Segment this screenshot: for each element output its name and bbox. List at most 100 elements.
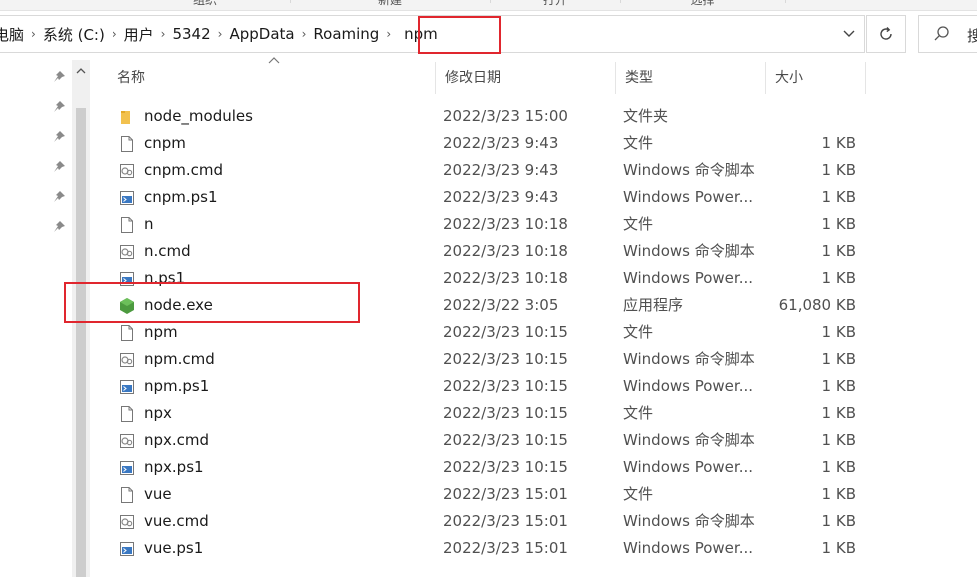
column-header-size[interactable]: 大小 xyxy=(766,62,866,94)
refresh-button[interactable] xyxy=(866,15,906,53)
file-size: 1 KB xyxy=(821,404,856,422)
search-icon xyxy=(934,26,949,41)
ribbon-group-organize[interactable]: 组织 xyxy=(120,0,291,7)
file-size xyxy=(768,103,856,130)
file-type: 文件 xyxy=(623,215,654,233)
breadcrumb-system-c[interactable]: 系统 (C:) xyxy=(39,24,109,45)
file-size: 1 KB xyxy=(821,215,856,233)
breadcrumb-computer[interactable]: 电脑 xyxy=(0,24,28,45)
file-row[interactable]: vue.ps1 2022/3/23 15:01 Windows Power... 1 … xyxy=(108,535,868,562)
file-row[interactable]: npm 2022/3/23 10:15 文件 1 KB xyxy=(108,319,868,346)
ps1-file-icon xyxy=(118,189,136,207)
chevron-right-icon[interactable]: › xyxy=(28,27,39,41)
cmd-file-icon xyxy=(118,513,136,531)
file-name: vue.cmd xyxy=(144,512,209,530)
search-input[interactable]: 搜 xyxy=(918,15,977,53)
scroll-up-button[interactable] xyxy=(72,62,90,78)
chevron-right-icon[interactable]: › xyxy=(299,27,310,41)
ribbon-group-open[interactable]: 打开 xyxy=(490,0,621,7)
column-header-type[interactable]: 类型 xyxy=(616,62,766,94)
ribbon-group-new[interactable]: 新建 xyxy=(290,0,491,7)
file-row[interactable]: n 2022/3/23 10:18 文件 1 KB xyxy=(108,211,868,238)
file-name: n.cmd xyxy=(144,242,191,260)
ribbon-group-select[interactable]: 选择 xyxy=(620,0,786,7)
chevron-right-icon[interactable]: › xyxy=(158,27,169,41)
column-header-date[interactable]: 修改日期 xyxy=(436,62,616,94)
file-icon xyxy=(118,216,136,234)
file-size: 1 KB xyxy=(821,188,856,206)
ps1-file-icon xyxy=(118,459,136,477)
file-size: 1 KB xyxy=(821,161,856,179)
breadcrumb: 电脑 › 系统 (C:) › 用户 › 5342 › AppData › Roa… xyxy=(0,16,442,52)
breadcrumb-5342[interactable]: 5342 xyxy=(168,25,214,43)
file-row[interactable]: cnpm.ps1 2022/3/23 9:43 Windows Power... 1 … xyxy=(108,184,868,211)
file-row[interactable]: vue.cmd 2022/3/23 15:01 Windows 命令脚本 1 KB xyxy=(108,508,868,535)
file-size: 1 KB xyxy=(821,269,856,287)
highlight-box-address xyxy=(418,16,501,54)
highlight-box-node-exe xyxy=(64,282,360,323)
file-row[interactable]: vue 2022/3/23 15:01 文件 1 KB xyxy=(108,481,868,508)
pin-icon[interactable] xyxy=(52,130,66,144)
address-history-dropdown[interactable] xyxy=(834,16,864,52)
refresh-icon xyxy=(880,27,892,40)
file-type: 文件 xyxy=(623,404,654,422)
file-modified-date: 2022/3/23 10:18 xyxy=(443,242,568,260)
file-type: Windows 命令脚本 xyxy=(623,512,755,530)
file-row[interactable]: node_modules 2022/3/23 15:00 文件夹 xyxy=(108,103,868,130)
file-modified-date: 2022/3/23 10:15 xyxy=(443,377,568,395)
file-row[interactable]: n.cmd 2022/3/23 10:18 Windows 命令脚本 1 KB xyxy=(108,238,868,265)
navigation-pane xyxy=(0,60,72,577)
file-type: 文件 xyxy=(623,323,654,341)
file-type: Windows 命令脚本 xyxy=(623,161,755,179)
file-size: 1 KB xyxy=(821,350,856,368)
file-row[interactable]: npm.ps1 2022/3/23 10:15 Windows Power... 1 … xyxy=(108,373,868,400)
ps1-file-icon xyxy=(118,540,136,558)
chevron-right-icon[interactable]: › xyxy=(215,27,226,41)
file-type: 文件夹 xyxy=(623,107,669,125)
chevron-up-icon xyxy=(76,67,86,73)
file-icon xyxy=(118,135,136,153)
file-name: npx.cmd xyxy=(144,431,210,449)
file-row[interactable]: npm.cmd 2022/3/23 10:15 Windows 命令脚本 1 KB xyxy=(108,346,868,373)
cmd-file-icon xyxy=(118,243,136,261)
file-type: Windows Power... xyxy=(623,458,754,476)
file-row[interactable]: npx.cmd 2022/3/23 10:15 Windows 命令脚本 1 KB xyxy=(108,427,868,454)
file-row[interactable]: cnpm.cmd 2022/3/23 9:43 Windows 命令脚本 1 KB xyxy=(108,157,868,184)
cmd-file-icon xyxy=(118,162,136,180)
file-name: cnpm xyxy=(144,134,186,152)
pin-icon[interactable] xyxy=(52,100,66,114)
file-type: Windows Power... xyxy=(623,188,754,206)
file-modified-date: 2022/3/23 10:15 xyxy=(443,350,568,368)
file-modified-date: 2022/3/23 10:15 xyxy=(443,458,568,476)
chevron-right-icon[interactable]: › xyxy=(383,27,394,41)
file-size: 1 KB xyxy=(821,377,856,395)
file-modified-date: 2022/3/23 9:43 xyxy=(443,188,559,206)
file-modified-date: 2022/3/23 9:43 xyxy=(443,134,559,152)
file-size: 61,080 KB xyxy=(778,296,856,314)
file-modified-date: 2022/3/23 15:01 xyxy=(443,539,568,557)
file-row[interactable]: cnpm 2022/3/23 9:43 文件 1 KB xyxy=(108,130,868,157)
file-name: cnpm.cmd xyxy=(144,161,224,179)
file-modified-date: 2022/3/23 10:18 xyxy=(443,269,568,287)
breadcrumb-appdata[interactable]: AppData xyxy=(225,25,298,43)
breadcrumb-roaming[interactable]: Roaming xyxy=(309,25,383,43)
file-type: Windows Power... xyxy=(623,539,754,557)
pin-icon[interactable] xyxy=(52,70,66,84)
ribbon-strip: 组织 新建 打开 选择 xyxy=(0,0,977,11)
file-modified-date: 2022/3/23 15:01 xyxy=(443,485,568,503)
column-header-name[interactable]: 名称 xyxy=(108,62,436,94)
file-name: cnpm.ps1 xyxy=(144,188,218,206)
scrollbar-thumb[interactable] xyxy=(76,108,86,577)
file-name: npx xyxy=(144,404,172,422)
sort-ascending-icon xyxy=(268,57,280,64)
file-row[interactable]: npx 2022/3/23 10:15 文件 1 KB xyxy=(108,400,868,427)
pin-icon[interactable] xyxy=(52,220,66,234)
file-type: Windows Power... xyxy=(623,269,754,287)
pin-icon[interactable] xyxy=(52,160,66,174)
file-row[interactable]: npx.ps1 2022/3/23 10:15 Windows Power... 1 … xyxy=(108,454,868,481)
breadcrumb-users[interactable]: 用户 xyxy=(120,24,158,45)
pin-icon[interactable] xyxy=(52,190,66,204)
chevron-right-icon[interactable]: › xyxy=(109,27,120,41)
file-name: npm.ps1 xyxy=(144,377,210,395)
file-modified-date: 2022/3/22 3:05 xyxy=(443,296,559,314)
